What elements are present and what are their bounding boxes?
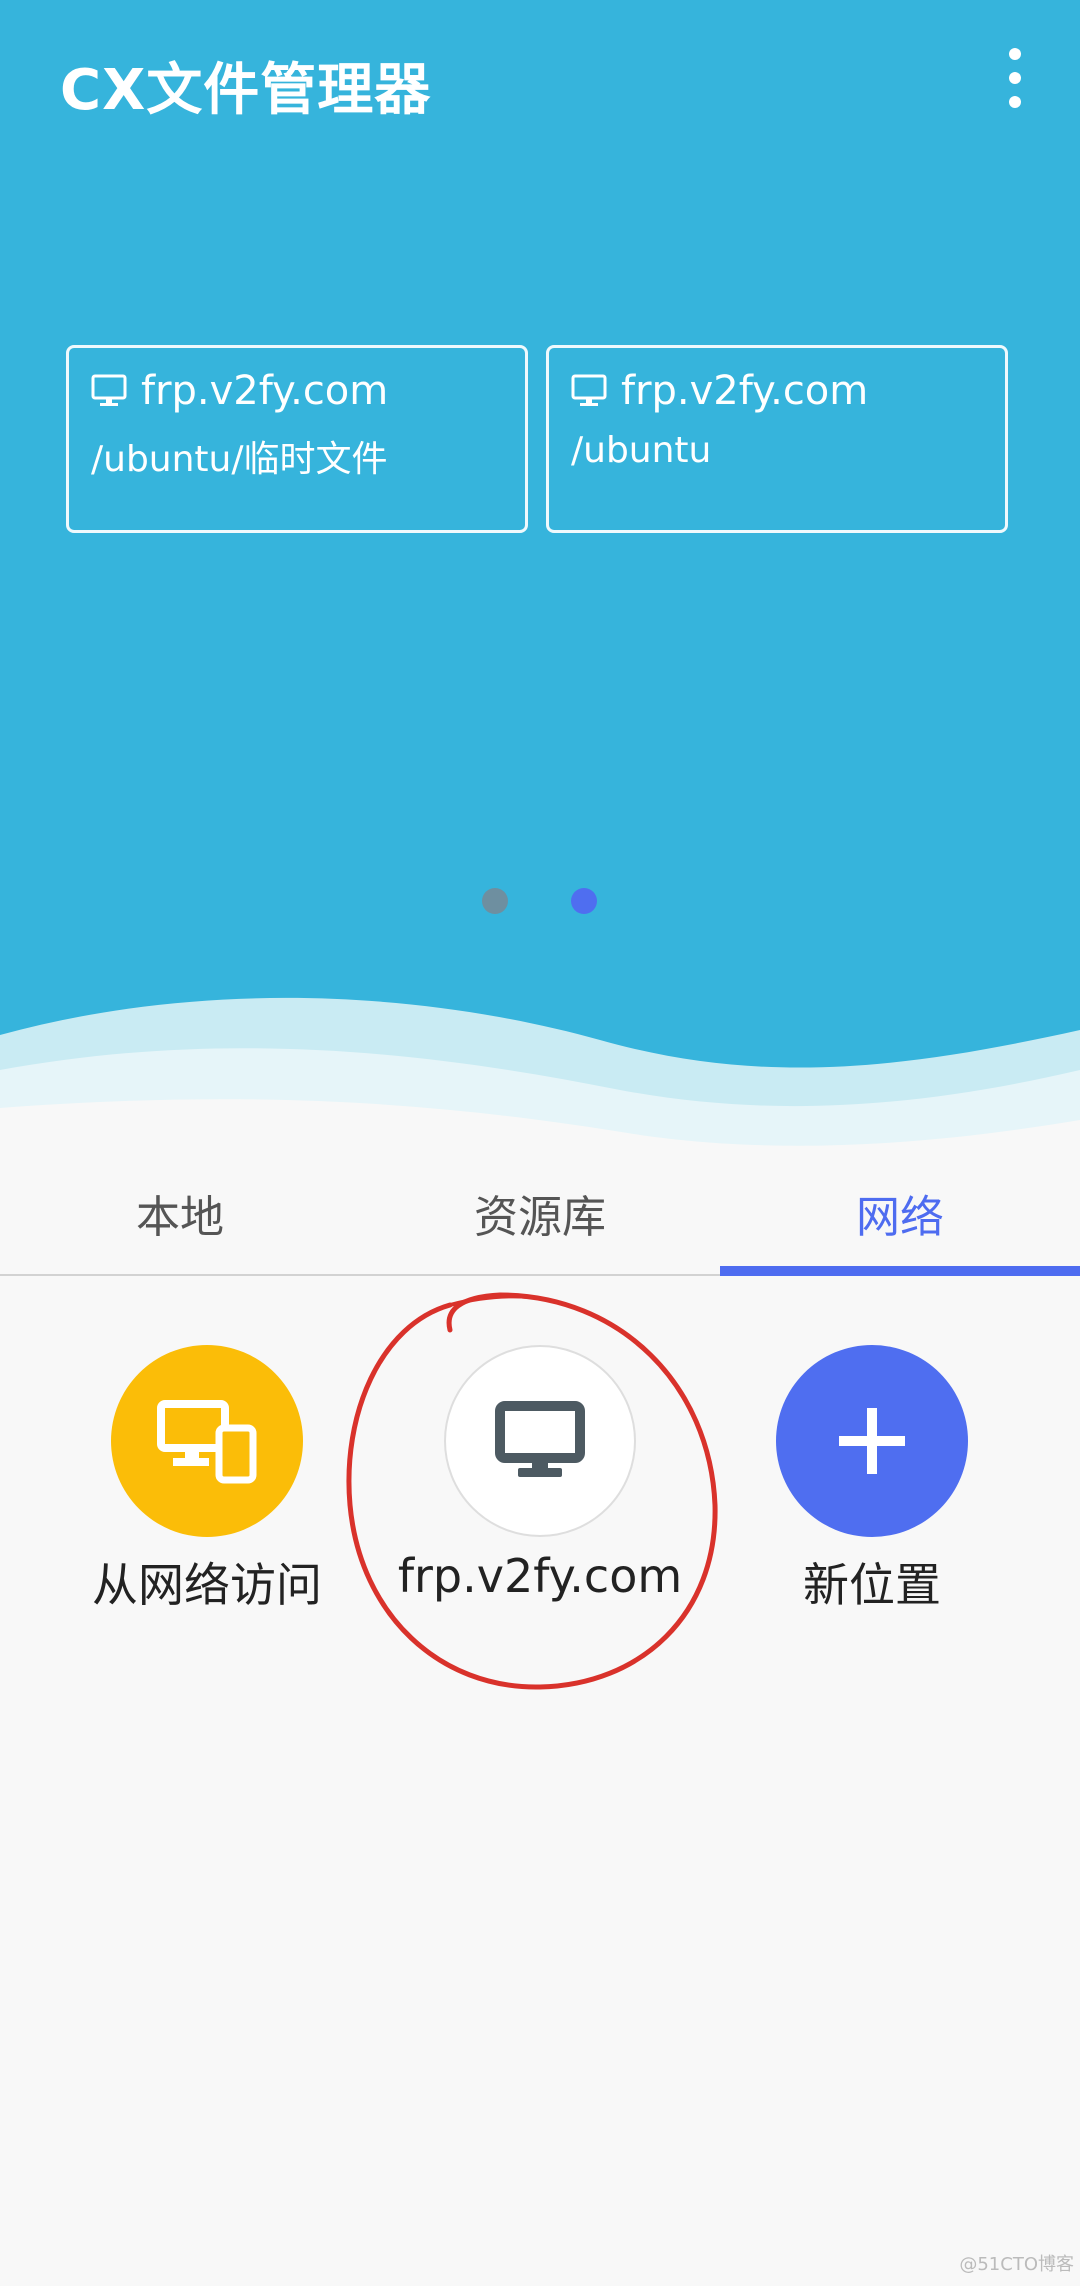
recent-location-card[interactable]: frp.v2fy.com /ubuntu — [546, 345, 1008, 533]
tab-bar: 本地 资源库 网络 — [0, 1150, 1080, 1278]
shortcut-label: 新位置 — [803, 1558, 941, 1612]
header-hero: CX文件管理器 frp.v2fy.com /ubuntu/临时文件 frp.v2… — [0, 0, 1080, 1160]
devices-icon — [157, 1400, 257, 1484]
page-indicator-dot-active[interactable] — [571, 888, 597, 914]
devices-icon-circle — [111, 1345, 303, 1537]
watermark: @51CTO博客 — [959, 2254, 1074, 2275]
network-access-shortcut[interactable]: 从网络访问 — [57, 1345, 357, 1615]
tab-network[interactable]: 网络 — [720, 1150, 1080, 1275]
tab-library[interactable]: 资源库 — [360, 1150, 720, 1275]
plus-icon-circle — [776, 1345, 968, 1537]
recent-path: /ubuntu/临时文件 — [91, 439, 388, 480]
wave-decoration — [0, 997, 1080, 1160]
tab-active-indicator — [720, 1266, 1080, 1276]
overflow-menu-icon[interactable] — [990, 48, 1040, 108]
tab-local[interactable]: 本地 — [0, 1150, 360, 1275]
monitor-icon — [91, 374, 127, 406]
monitor-icon — [571, 374, 607, 406]
shortcut-label: 从网络访问 — [92, 1558, 322, 1612]
page-indicator-dot[interactable] — [482, 888, 508, 914]
recent-host: frp.v2fy.com — [141, 368, 389, 414]
recent-location-card[interactable]: frp.v2fy.com /ubuntu/临时文件 — [66, 345, 528, 533]
recent-host: frp.v2fy.com — [621, 368, 869, 414]
app-title: CX文件管理器 — [60, 58, 432, 123]
recent-path: /ubuntu — [571, 430, 712, 471]
new-location-shortcut[interactable]: 新位置 — [722, 1345, 1022, 1615]
annotation-circle — [346, 1292, 718, 1690]
plus-icon — [839, 1408, 905, 1474]
